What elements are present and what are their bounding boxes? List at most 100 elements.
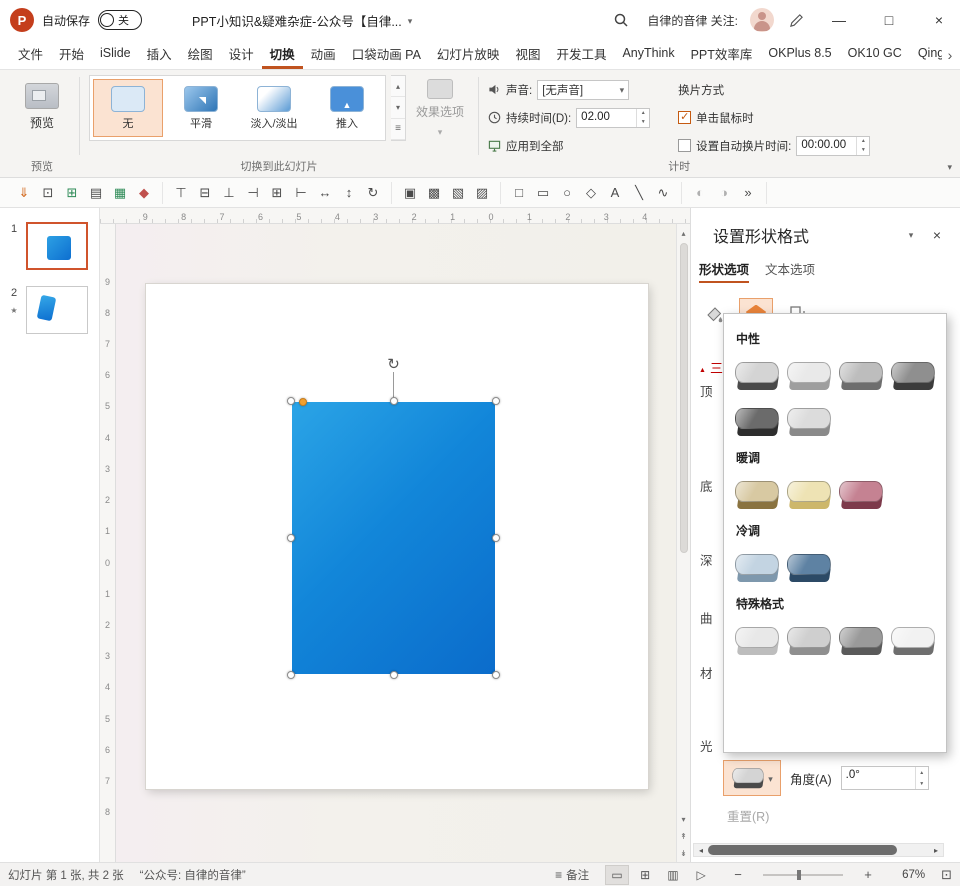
- copy-slide-icon[interactable]: ⊡: [37, 182, 59, 204]
- rectangle-tool-icon[interactable]: □: [508, 182, 530, 204]
- angle-input[interactable]: .0°: [841, 766, 929, 790]
- notes-button[interactable]: 备注: [555, 867, 589, 883]
- more-tools-icon[interactable]: »: [737, 182, 759, 204]
- 3d-format-section-header[interactable]: 三: [699, 358, 723, 377]
- resize-handle-w[interactable]: [287, 534, 295, 542]
- collapse-ribbon-icon[interactable]: [947, 159, 952, 173]
- resize-handle-nw[interactable]: [287, 397, 295, 405]
- merge-shapes-icon[interactable]: ◐: [689, 182, 711, 204]
- ribbon-tab[interactable]: 开发工具: [548, 40, 614, 69]
- send-backward-icon[interactable]: ▩: [423, 182, 445, 204]
- material-swatch[interactable]: [786, 360, 832, 393]
- sound-select[interactable]: [无声音]: [537, 80, 629, 100]
- align-right-icon[interactable]: ⊢: [290, 182, 312, 204]
- slideshow-screen-icon[interactable]: ▦: [109, 182, 131, 204]
- rotate-objects-icon[interactable]: ↻: [362, 182, 384, 204]
- material-swatch[interactable]: [786, 552, 832, 585]
- reset-button[interactable]: 重置(R): [727, 806, 769, 825]
- panel-tab[interactable]: 形状选项: [699, 259, 749, 283]
- resize-handle-ne[interactable]: [492, 397, 500, 405]
- distribute-vertical-icon[interactable]: ↕: [338, 182, 360, 204]
- bring-to-front-icon[interactable]: ▧: [447, 182, 469, 204]
- slide[interactable]: [146, 284, 648, 789]
- gallery-more-icon[interactable]: [391, 119, 405, 140]
- transition-option[interactable]: 平滑: [166, 79, 236, 137]
- preview-button[interactable]: 预览: [14, 75, 70, 139]
- close-button[interactable]: ×: [918, 0, 960, 40]
- slide-canvas[interactable]: [116, 224, 676, 862]
- outline-color-icon[interactable]: ╲: [628, 182, 650, 204]
- ribbon-tab[interactable]: 口袋动画 PA: [344, 40, 429, 69]
- spin-up-icon[interactable]: [637, 109, 649, 118]
- rotate-handle-icon[interactable]: [385, 355, 403, 373]
- material-swatch[interactable]: [734, 360, 780, 393]
- ribbon-tab[interactable]: 幻灯片放映: [429, 40, 508, 69]
- distribute-horizontal-icon[interactable]: ↔: [314, 182, 336, 204]
- on-click-checkbox[interactable]: [678, 111, 691, 124]
- resize-handle-s[interactable]: [390, 671, 398, 679]
- zoom-out-button[interactable]: [729, 866, 747, 884]
- spin-up-icon[interactable]: [857, 137, 869, 146]
- next-slide-icon[interactable]: [678, 846, 690, 860]
- spin-down-icon[interactable]: [637, 118, 649, 127]
- gallery-scroll-up-icon[interactable]: [391, 76, 405, 97]
- spinner-arrows[interactable]: [856, 137, 869, 155]
- adjust-handle[interactable]: [299, 398, 307, 406]
- material-swatch[interactable]: [734, 625, 780, 658]
- panel-horizontal-scrollbar[interactable]: [693, 843, 944, 857]
- panel-close-icon[interactable]: ×: [924, 224, 950, 246]
- scroll-down-icon[interactable]: [678, 812, 690, 826]
- apply-to-all-button[interactable]: 应用到全部: [506, 138, 564, 154]
- panel-tab[interactable]: 文本选项: [765, 259, 815, 283]
- zoom-slider-knob[interactable]: [797, 870, 801, 880]
- material-swatch[interactable]: [890, 360, 936, 393]
- effect-options-button[interactable]: 效果选项: [411, 75, 469, 138]
- material-swatch[interactable]: [838, 360, 884, 393]
- ribbon-tab[interactable]: PPT效率库: [683, 40, 761, 69]
- ribbon-tab[interactable]: 切换: [262, 40, 303, 69]
- slideshow-icon[interactable]: ▷: [689, 865, 713, 885]
- guides-icon[interactable]: ⊞: [61, 182, 83, 204]
- gallery-scroll-down-icon[interactable]: [391, 97, 405, 118]
- material-swatch[interactable]: [734, 552, 780, 585]
- auto-advance-time-input[interactable]: 00:00.00: [796, 136, 870, 156]
- oval-tool-icon[interactable]: ○: [556, 182, 578, 204]
- fit-to-window-icon[interactable]: [941, 867, 952, 883]
- material-swatch[interactable]: [890, 625, 936, 658]
- reading-view-icon[interactable]: ▥: [661, 865, 685, 885]
- material-swatch[interactable]: [786, 406, 832, 439]
- duration-input[interactable]: 02.00: [576, 108, 650, 128]
- avatar[interactable]: [750, 8, 774, 32]
- resize-handle-e[interactable]: [492, 534, 500, 542]
- title-dropdown-icon[interactable]: [408, 13, 413, 27]
- ribbon-tab[interactable]: 文件: [10, 40, 51, 69]
- resize-handle-n[interactable]: [390, 397, 398, 405]
- material-picker-button[interactable]: [723, 760, 781, 796]
- material-swatch[interactable]: [734, 479, 780, 512]
- align-middle-icon[interactable]: ⊟: [194, 182, 216, 204]
- slide-thumbnail-2[interactable]: [26, 286, 88, 334]
- pen-tool-icon[interactable]: [782, 6, 810, 34]
- spinner-arrows[interactable]: [915, 767, 928, 789]
- combine-shapes-icon[interactable]: ◑: [713, 182, 735, 204]
- more-tabs-icon[interactable]: [942, 40, 958, 69]
- ribbon-tab[interactable]: iSlide: [92, 40, 139, 69]
- normal-view-icon[interactable]: ▭: [605, 865, 629, 885]
- ribbon-tab[interactable]: 设计: [221, 40, 262, 69]
- shapes-menu-icon[interactable]: ◇: [580, 182, 602, 204]
- panel-collapse-icon[interactable]: [898, 224, 924, 246]
- auto-advance-checkbox[interactable]: [678, 139, 691, 152]
- ribbon-tab[interactable]: AnyThink: [614, 40, 682, 69]
- material-swatch[interactable]: [786, 479, 832, 512]
- ribbon-tab[interactable]: 开始: [51, 40, 92, 69]
- scrollbar-thumb[interactable]: [708, 845, 897, 855]
- transition-option[interactable]: 推入: [312, 79, 382, 137]
- vertical-scrollbar[interactable]: [676, 224, 690, 862]
- transition-option[interactable]: 无: [93, 79, 163, 137]
- placeholder-layout-icon[interactable]: ▤: [85, 182, 107, 204]
- material-swatch[interactable]: [838, 479, 884, 512]
- zoom-slider[interactable]: [763, 874, 843, 876]
- zoom-in-button[interactable]: [859, 866, 877, 884]
- search-icon[interactable]: [607, 6, 635, 34]
- rounded-rectangle-tool-icon[interactable]: ▭: [532, 182, 554, 204]
